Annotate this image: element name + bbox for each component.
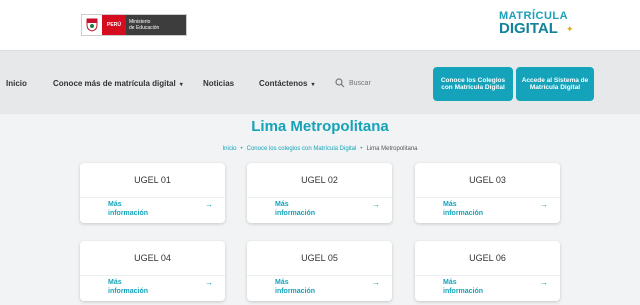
card-divider [415,197,560,198]
coat-of-arms-icon [82,15,102,35]
ministry-line2: de Educación [129,25,160,31]
page-title: Lima Metropolitana [251,118,389,135]
ministry-name: Ministerio de Educación [126,15,186,35]
card-title: UGEL 02 [301,175,338,185]
more-info-link[interactable]: Más información [275,278,315,296]
main-navigation: Inicio Conoce más de matrícula digital ▾ … [0,50,640,114]
card-title: UGEL 04 [134,253,171,263]
card-title: UGEL 01 [134,175,171,185]
ministry-logo[interactable]: PERÚ Ministerio de Educación [81,14,187,36]
card-title: UGEL 06 [469,253,506,263]
more-info-link[interactable]: Más información [108,278,148,296]
nav-label: Conoce más de matrícula digital [53,79,176,88]
more-info-link[interactable]: Más información [443,278,483,296]
more-info-link[interactable]: Más información [108,200,148,218]
card-title: UGEL 03 [469,175,506,185]
chevron-down-icon: ▾ [311,82,315,88]
arrow-right-icon[interactable]: → [372,200,380,209]
search-icon[interactable] [335,78,345,88]
nav-label: Contáctenos [259,79,308,88]
card-divider [80,197,225,198]
search-input[interactable] [349,79,419,87]
search-box[interactable] [335,75,425,91]
breadcrumb-separator: • [240,146,243,152]
card-divider [415,275,560,276]
nav-label: Noticias [203,79,235,88]
breadcrumb-inicio[interactable]: Inicio [223,146,237,152]
ugel-card[interactable]: UGEL 01 Más información → [80,163,225,223]
nav-item-inicio[interactable]: Inicio [6,79,27,88]
accede-sistema-button[interactable]: Accede al Sistema de Matrícula Digital [516,67,594,101]
site-header: PERÚ Ministerio de Educación MATRÍCULA D… [0,0,640,50]
more-info-link[interactable]: Más información [275,200,315,218]
nav-item-conoce-mas[interactable]: Conoce más de matrícula digital ▾ [53,79,183,88]
breadcrumb-conoce-colegios[interactable]: Conoce los colegios con Matrícula Digita… [247,146,357,152]
arrow-right-icon[interactable]: → [540,200,548,209]
arrow-right-icon[interactable]: → [540,278,548,287]
ugel-card[interactable]: UGEL 06 Más información → [415,241,560,301]
nav-item-contactenos[interactable]: Contáctenos ▾ [259,79,314,88]
ugel-card[interactable]: UGEL 05 Más información → [247,241,392,301]
star-icon: ✦ [566,24,574,34]
breadcrumb-separator: • [360,146,363,152]
arrow-right-icon[interactable]: → [372,278,380,287]
nav-item-noticias[interactable]: Noticias [203,79,234,88]
nav-label: Inicio [6,79,27,88]
card-divider [247,197,392,198]
card-divider [80,275,225,276]
chevron-down-icon: ▾ [179,82,183,88]
card-title: UGEL 05 [301,253,338,263]
breadcrumb: Inicio • Conoce los colegios con Matrícula… [0,146,640,152]
arrow-right-icon[interactable]: → [205,278,213,287]
ugel-card[interactable]: UGEL 04 Más información → [80,241,225,301]
card-divider [247,275,392,276]
ugel-card[interactable]: UGEL 03 Más información → [415,163,560,223]
breadcrumb-current: Lima Metropolitana [366,146,418,152]
conoce-colegios-button[interactable]: Conoce los Colegios con Matrícula Digita… [433,67,513,101]
ugel-card[interactable]: UGEL 02 Más información → [247,163,392,223]
arrow-right-icon[interactable]: → [205,200,213,209]
matricula-digital-logo[interactable]: MATRÍCULA DIGITAL ✦ [499,10,579,38]
more-info-link[interactable]: Más información [443,200,483,218]
country-label: PERÚ [102,15,126,35]
